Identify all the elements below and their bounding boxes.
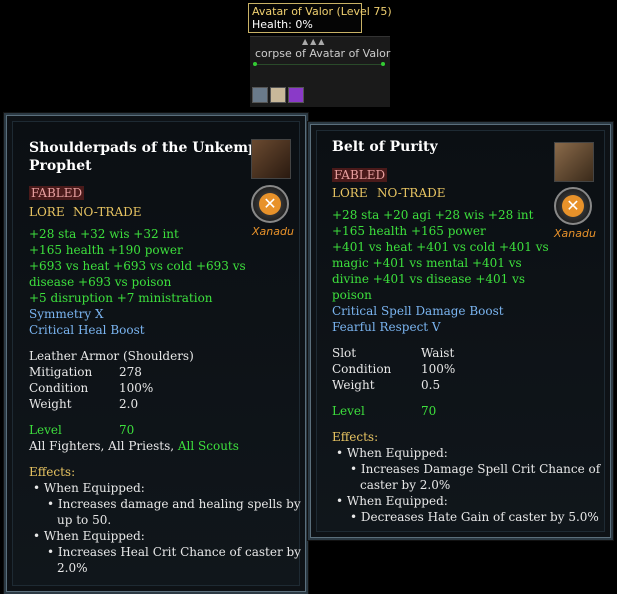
target-frame[interactable]: ▲▲▲ corpse of Avatar of Valor bbox=[250, 36, 390, 107]
prop-label: Condition bbox=[332, 362, 392, 376]
prop-value: 100% bbox=[119, 381, 154, 395]
stat-line: +5 disruption +7 ministration bbox=[29, 291, 213, 305]
stat-line: +28 sta +32 wis +32 int bbox=[29, 227, 179, 241]
target-name: Avatar of Valor (Level 75) bbox=[252, 5, 392, 18]
target-bar bbox=[255, 64, 385, 65]
level-value: 70 bbox=[119, 423, 135, 437]
item-title-line2: Prophet bbox=[29, 158, 92, 174]
effect-when: • When Equipped: bbox=[33, 481, 145, 495]
adornment-label: Xanadu bbox=[554, 227, 596, 240]
lore-flag: LORE bbox=[29, 205, 65, 219]
prop-label: Condition bbox=[29, 381, 89, 395]
adornment-label: Xanadu bbox=[252, 225, 294, 238]
lore-flag: LORE bbox=[332, 186, 368, 200]
notrade-flag: NO-TRADE bbox=[73, 205, 142, 219]
effects-label: Effects: bbox=[332, 430, 379, 444]
mod-line: Fearful Respect V bbox=[332, 320, 441, 334]
target-health: Health: 0% bbox=[252, 18, 313, 31]
adornment-slot-icon[interactable]: ✕ bbox=[251, 185, 289, 223]
stat-line: disease +693 vs poison bbox=[29, 275, 172, 289]
mod-line: Symmetry X bbox=[29, 307, 104, 321]
stat-line: +693 vs heat +693 vs cold +693 vs bbox=[29, 259, 246, 273]
prop-value: Waist bbox=[421, 346, 455, 360]
buff-bar bbox=[252, 87, 304, 103]
item-title: Belt of Purity bbox=[332, 139, 438, 155]
bar-left-dot-icon bbox=[253, 62, 257, 66]
expand-arrows-icon[interactable]: ▲▲▲ bbox=[302, 37, 326, 46]
effect-desc: 2.0% bbox=[57, 561, 88, 575]
classes-label: All Fighters, All Priests, bbox=[29, 439, 175, 453]
classes-label-scouts: All Scouts bbox=[177, 439, 239, 453]
effect-desc: • Decreases Hate Gain of caster by 5.0% bbox=[350, 510, 599, 524]
prop-value: 2.0 bbox=[119, 397, 139, 411]
bar-right-dot-icon bbox=[381, 62, 385, 66]
prop-value: 100% bbox=[421, 362, 456, 376]
prop-label: Mitigation bbox=[29, 365, 93, 379]
effects-label: Effects: bbox=[29, 465, 76, 479]
belt-icon bbox=[554, 142, 594, 182]
mod-line: Critical Spell Damage Boost bbox=[332, 304, 504, 318]
notrade-flag: NO-TRADE bbox=[377, 186, 446, 200]
buff-icon[interactable] bbox=[252, 87, 268, 103]
prop-value: 0.5 bbox=[421, 378, 441, 392]
stat-line: +28 sta +20 agi +28 wis +28 int bbox=[332, 208, 534, 222]
level-value: 70 bbox=[421, 404, 437, 418]
buff-icon[interactable] bbox=[288, 87, 304, 103]
stat-line: +401 vs heat +401 vs cold +401 vs bbox=[332, 240, 549, 254]
stat-line: +165 health +165 power bbox=[332, 224, 486, 238]
item-title-line1: Shoulderpads of the Unkempt bbox=[29, 140, 265, 156]
effect-desc: caster by 2.0% bbox=[360, 478, 451, 492]
item-tooltip-shoulderpads: Shoulderpads of the Unkempt Prophet ✕ Xa… bbox=[4, 113, 308, 594]
mod-line: Critical Heal Boost bbox=[29, 323, 145, 337]
tier-badge: FABLED bbox=[332, 168, 388, 182]
stat-line: poison bbox=[332, 288, 372, 302]
stat-line: +165 health +190 power bbox=[29, 243, 183, 257]
stat-line: divine +401 vs disease +401 vs bbox=[332, 272, 526, 286]
effect-desc: • Increases Heal Crit Chance of caster b… bbox=[47, 545, 301, 559]
corpse-name: corpse of Avatar of Valor bbox=[255, 47, 391, 60]
prop-value: 278 bbox=[119, 365, 142, 379]
effect-desc: • Increases Damage Spell Crit Chance of bbox=[350, 462, 601, 476]
adornment-slot-icon[interactable]: ✕ bbox=[554, 187, 592, 225]
effect-desc: • Increases damage and healing spells by bbox=[47, 497, 301, 511]
buff-icon[interactable] bbox=[270, 87, 286, 103]
prop-label: Weight bbox=[29, 397, 72, 411]
item-tooltip-belt: Belt of Purity ✕ Xanadu FABLED LORE NO-T… bbox=[308, 122, 613, 540]
target-window: Avatar of Valor (Level 75) Health: 0% bbox=[248, 3, 392, 33]
armor-type: Leather Armor (Shoulders) bbox=[29, 349, 194, 363]
level-label: Level bbox=[332, 404, 365, 418]
tier-badge: FABLED bbox=[29, 186, 85, 200]
level-label: Level bbox=[29, 423, 62, 437]
prop-label: Slot bbox=[332, 346, 357, 360]
effect-desc: up to 50. bbox=[57, 513, 112, 527]
effect-when: • When Equipped: bbox=[336, 446, 448, 460]
effect-when: • When Equipped: bbox=[336, 494, 448, 508]
shoulderpads-icon bbox=[251, 139, 291, 179]
prop-label: Weight bbox=[332, 378, 375, 392]
effect-when: • When Equipped: bbox=[33, 529, 145, 543]
stat-line: magic +401 vs mental +401 vs bbox=[332, 256, 522, 270]
